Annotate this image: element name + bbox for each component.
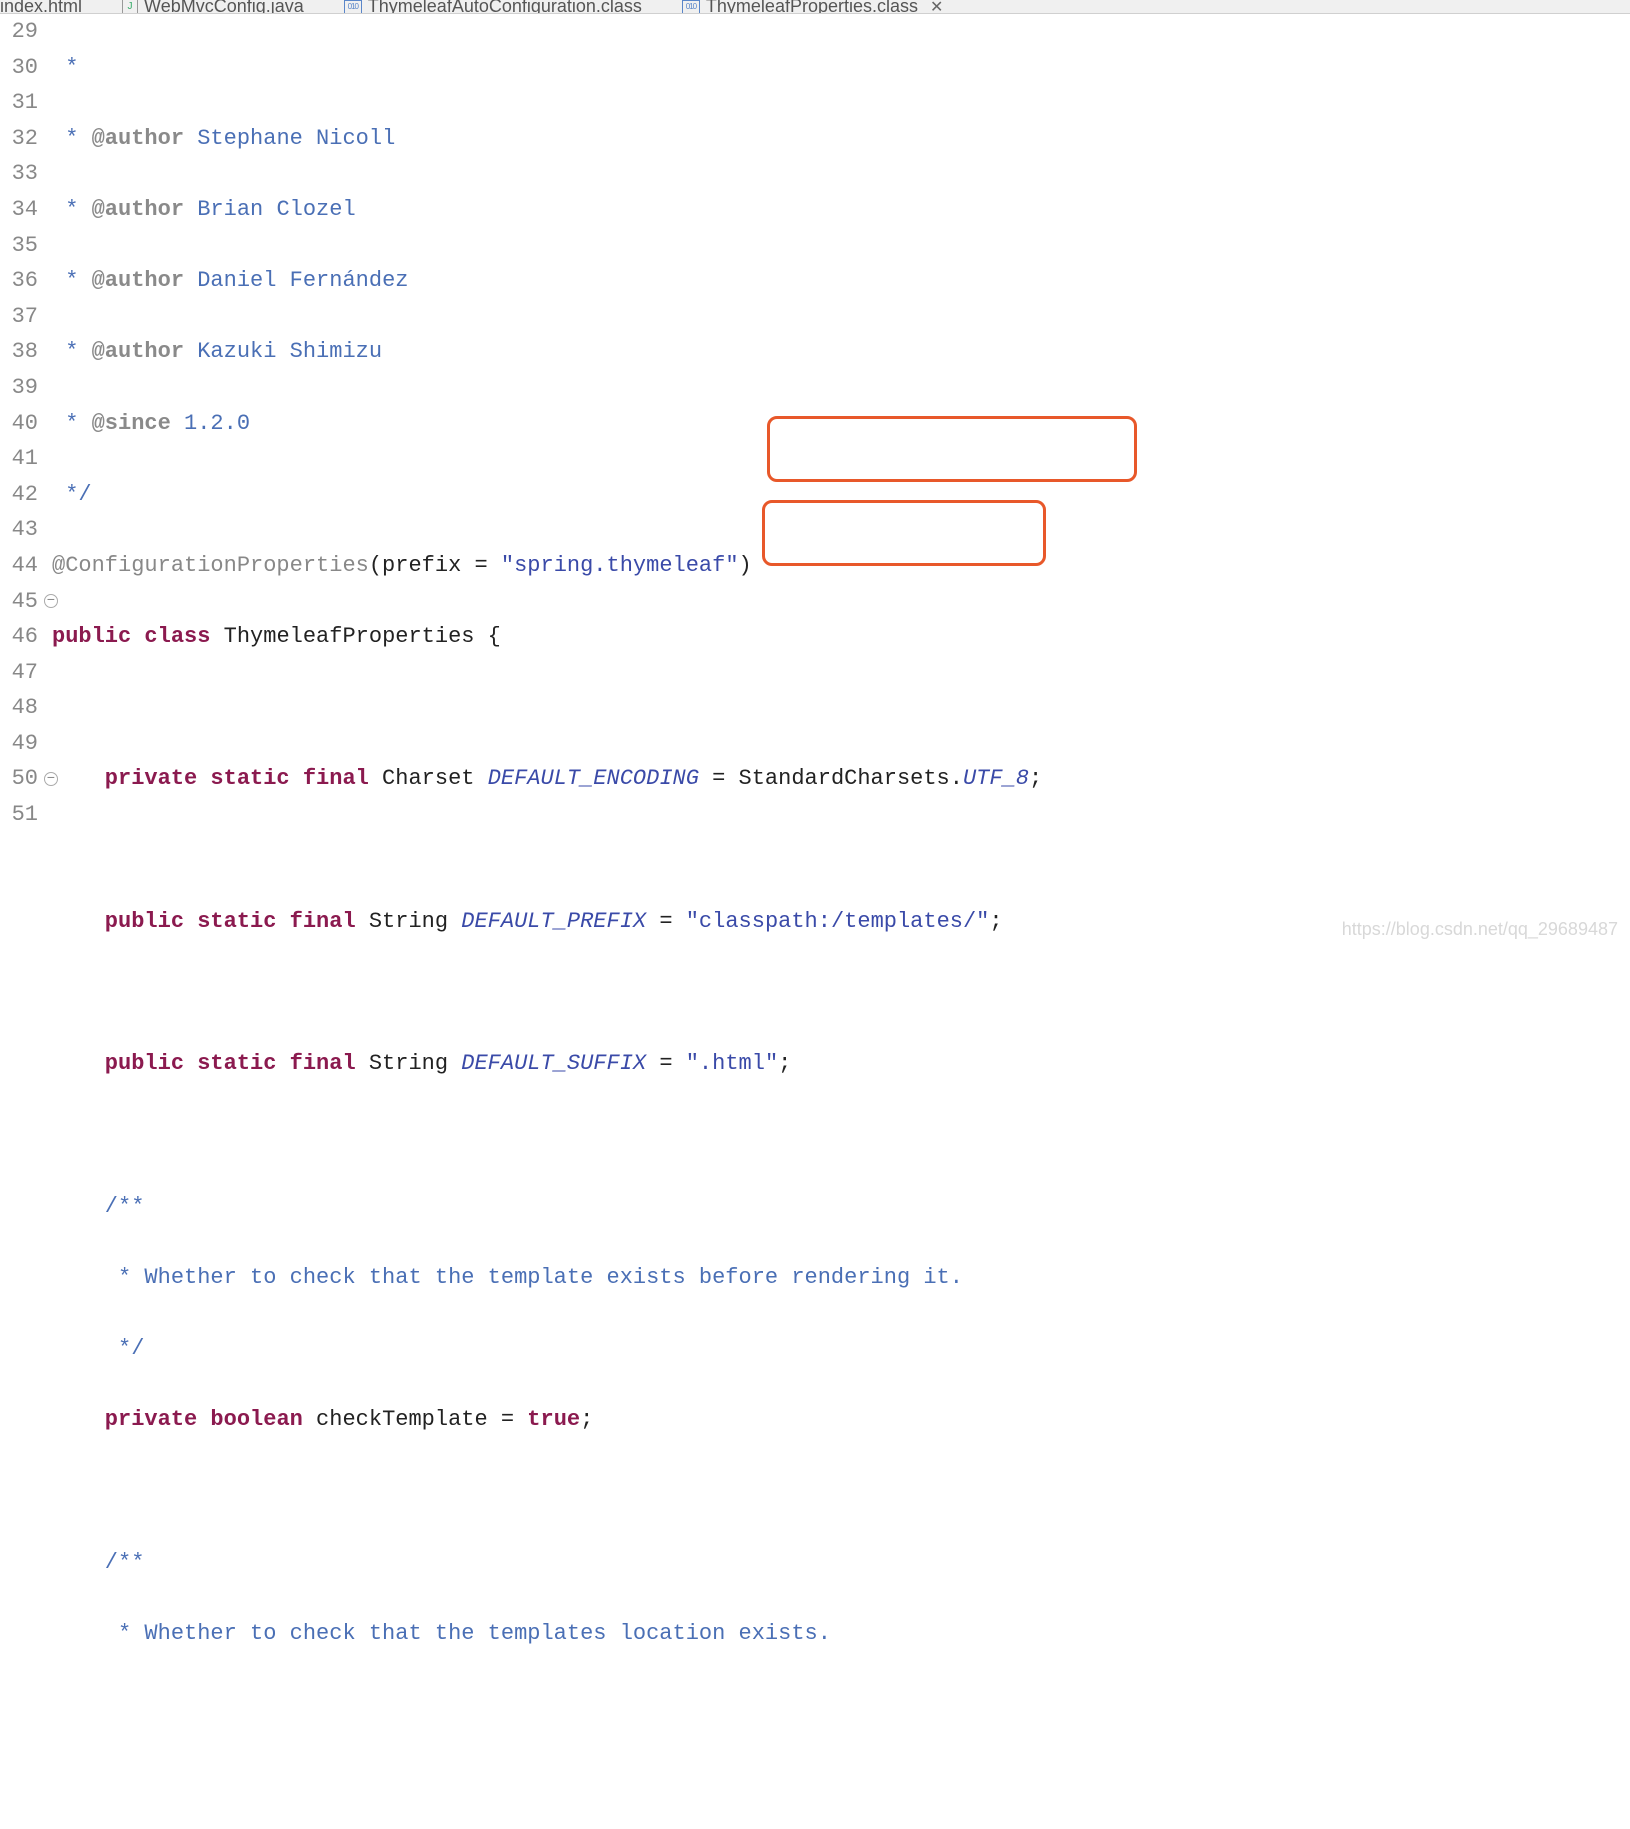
line-number: 40 — [0, 406, 38, 442]
tab-label: WebMvcConfig.java — [144, 0, 304, 14]
keyword: public — [52, 624, 131, 649]
code-text: ; — [989, 909, 1002, 934]
line-number: 46 — [0, 619, 38, 655]
field-name: DEFAULT_ENCODING — [488, 766, 699, 791]
code-text: = StandardCharsets. — [699, 766, 963, 791]
code-text: ; — [778, 1051, 791, 1076]
code-text: = — [646, 1051, 686, 1076]
doc-comment-start: /** — [52, 1550, 144, 1575]
type: String — [356, 909, 462, 934]
code-text: ) — [739, 553, 752, 578]
line-number: 30 — [0, 50, 38, 86]
line-number: 39 — [0, 370, 38, 406]
tab-label: ThymeleafProperties.class — [706, 0, 918, 14]
doc-comment: * Whether to check that the templates lo… — [52, 1621, 831, 1646]
doc-tag-since: @since — [92, 411, 171, 436]
doc-tag-author: @author — [92, 197, 184, 222]
author-name: Brian Clozel — [184, 197, 356, 222]
line-number: 38 — [0, 334, 38, 370]
boolean-literal: true — [527, 1407, 580, 1432]
code-text: = — [646, 909, 686, 934]
code-text: ; — [580, 1407, 593, 1432]
keyword: private static final — [52, 766, 369, 791]
keyword: class — [131, 624, 210, 649]
doc-comment: * — [52, 126, 92, 151]
line-number: 36 — [0, 263, 38, 299]
line-number: 33 — [0, 156, 38, 192]
java-file-icon: J — [122, 0, 138, 14]
code-text: ; — [1029, 766, 1042, 791]
string-literal: "classpath:/templates/" — [686, 909, 990, 934]
class-name: ThymeleafProperties { — [210, 624, 500, 649]
watermark-text: https://blog.csdn.net/qq_29689487 — [1342, 919, 1618, 940]
doc-comment-end: */ — [52, 1336, 144, 1361]
keyword: public static final — [52, 909, 356, 934]
doc-tag-author: @author — [92, 268, 184, 293]
since-version: 1.2.0 — [171, 411, 250, 436]
line-number: 34 — [0, 192, 38, 228]
doc-comment: * Whether to check that the template exi… — [52, 1265, 963, 1290]
doc-comment: * — [52, 339, 92, 364]
line-number: 43 — [0, 512, 38, 548]
doc-comment: * — [52, 197, 92, 222]
doc-tag-author: @author — [92, 339, 184, 364]
line-number: 31 — [0, 85, 38, 121]
doc-comment: * — [52, 411, 92, 436]
tab-thymeleaf-autoconfig[interactable]: 010 ThymeleafAutoConfiguration.class — [344, 0, 642, 14]
line-number: 50 — [0, 761, 38, 797]
line-number: 32 — [0, 121, 38, 157]
doc-comment-end: */ — [52, 482, 92, 507]
keyword: public static final — [52, 1051, 356, 1076]
tab-webmvcconfig[interactable]: J WebMvcConfig.java — [122, 0, 304, 14]
constant: UTF_8 — [963, 766, 1029, 791]
annotation: @ConfigurationProperties — [52, 553, 369, 578]
author-name: Daniel Fernández — [184, 268, 408, 293]
tab-label: ThymeleafAutoConfiguration.class — [368, 0, 642, 14]
tab-thymeleaf-properties[interactable]: 010 ThymeleafProperties.class ✕ — [682, 0, 944, 14]
doc-comment-start: /** — [52, 1194, 144, 1219]
line-number: 35 — [0, 228, 38, 264]
string-literal: "spring.thymeleaf" — [501, 553, 739, 578]
doc-tag-author: @author — [92, 126, 184, 151]
line-number: 49 — [0, 726, 38, 762]
line-number: 44 — [0, 548, 38, 584]
class-file-icon: 010 — [344, 0, 362, 14]
field-name: DEFAULT_SUFFIX — [461, 1051, 646, 1076]
doc-comment: * — [52, 55, 78, 80]
line-number-gutter: 29303132333435363738394041424344−4546474… — [0, 14, 44, 946]
field-name: DEFAULT_PREFIX — [461, 909, 646, 934]
code-editor[interactable]: 29303132333435363738394041424344−4546474… — [0, 14, 1630, 946]
close-icon[interactable]: ✕ — [924, 0, 943, 14]
line-number: 45 — [0, 584, 38, 620]
class-file-icon: 010 — [682, 0, 700, 14]
keyword: boolean — [197, 1407, 303, 1432]
tab-index-html[interactable]: index.html — [0, 0, 82, 14]
type: Charset — [369, 766, 488, 791]
line-number: 51 — [0, 797, 38, 833]
tab-label: index.html — [0, 0, 82, 14]
keyword: private — [52, 1407, 197, 1432]
line-number: 41 — [0, 441, 38, 477]
type: String — [356, 1051, 462, 1076]
author-name: Stephane Nicoll — [184, 126, 395, 151]
line-number: 29 — [0, 14, 38, 50]
line-number: 47 — [0, 655, 38, 691]
code-area[interactable]: * * @author Stephane Nicoll * @author Br… — [44, 14, 1630, 946]
field-name: checkTemplate = — [303, 1407, 527, 1432]
doc-comment: * — [52, 268, 92, 293]
line-number: 42 — [0, 477, 38, 513]
string-literal: ".html" — [686, 1051, 778, 1076]
line-number: 37 — [0, 299, 38, 335]
author-name: Kazuki Shimizu — [184, 339, 382, 364]
code-text: (prefix = — [369, 553, 501, 578]
editor-tabs: index.html J WebMvcConfig.java 010 Thyme… — [0, 0, 1630, 14]
line-number: 48 — [0, 690, 38, 726]
